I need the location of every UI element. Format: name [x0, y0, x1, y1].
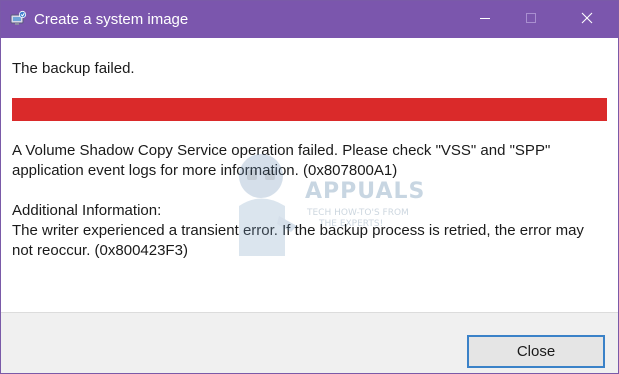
close-button[interactable]: Close: [467, 335, 605, 368]
status-heading: The backup failed.: [12, 60, 135, 77]
close-icon: [581, 11, 593, 29]
error-message-line-2: application event logs for more informat…: [12, 162, 398, 179]
backup-progress-bar: [12, 98, 607, 121]
maximize-button[interactable]: [508, 1, 554, 38]
maximize-icon: [525, 11, 537, 29]
window-title: Create a system image: [34, 11, 189, 28]
watermark-brand: APPUALS: [305, 179, 426, 204]
additional-info-line-2: not reoccur. (0x800423F3): [12, 242, 188, 259]
title-bar[interactable]: Create a system image: [1, 1, 618, 38]
progress-fill: [12, 98, 607, 121]
minimize-icon: [479, 11, 491, 29]
minimize-button[interactable]: [462, 1, 508, 38]
additional-info-heading: Additional Information:: [12, 202, 162, 219]
watermark-tagline-1: TECH HOW-TO'S FROM: [307, 208, 409, 218]
create-system-image-dialog: Create a system image The backup failed.: [0, 0, 619, 374]
system-image-icon: [9, 10, 27, 28]
additional-info-line-1: The writer experienced a transient error…: [12, 222, 584, 239]
error-message-line-1: A Volume Shadow Copy Service operation f…: [12, 142, 551, 159]
dialog-content: The backup failed. A Volume Shadow Copy …: [1, 38, 618, 312]
close-window-button[interactable]: [564, 1, 610, 38]
dialog-footer: Close: [1, 312, 618, 373]
